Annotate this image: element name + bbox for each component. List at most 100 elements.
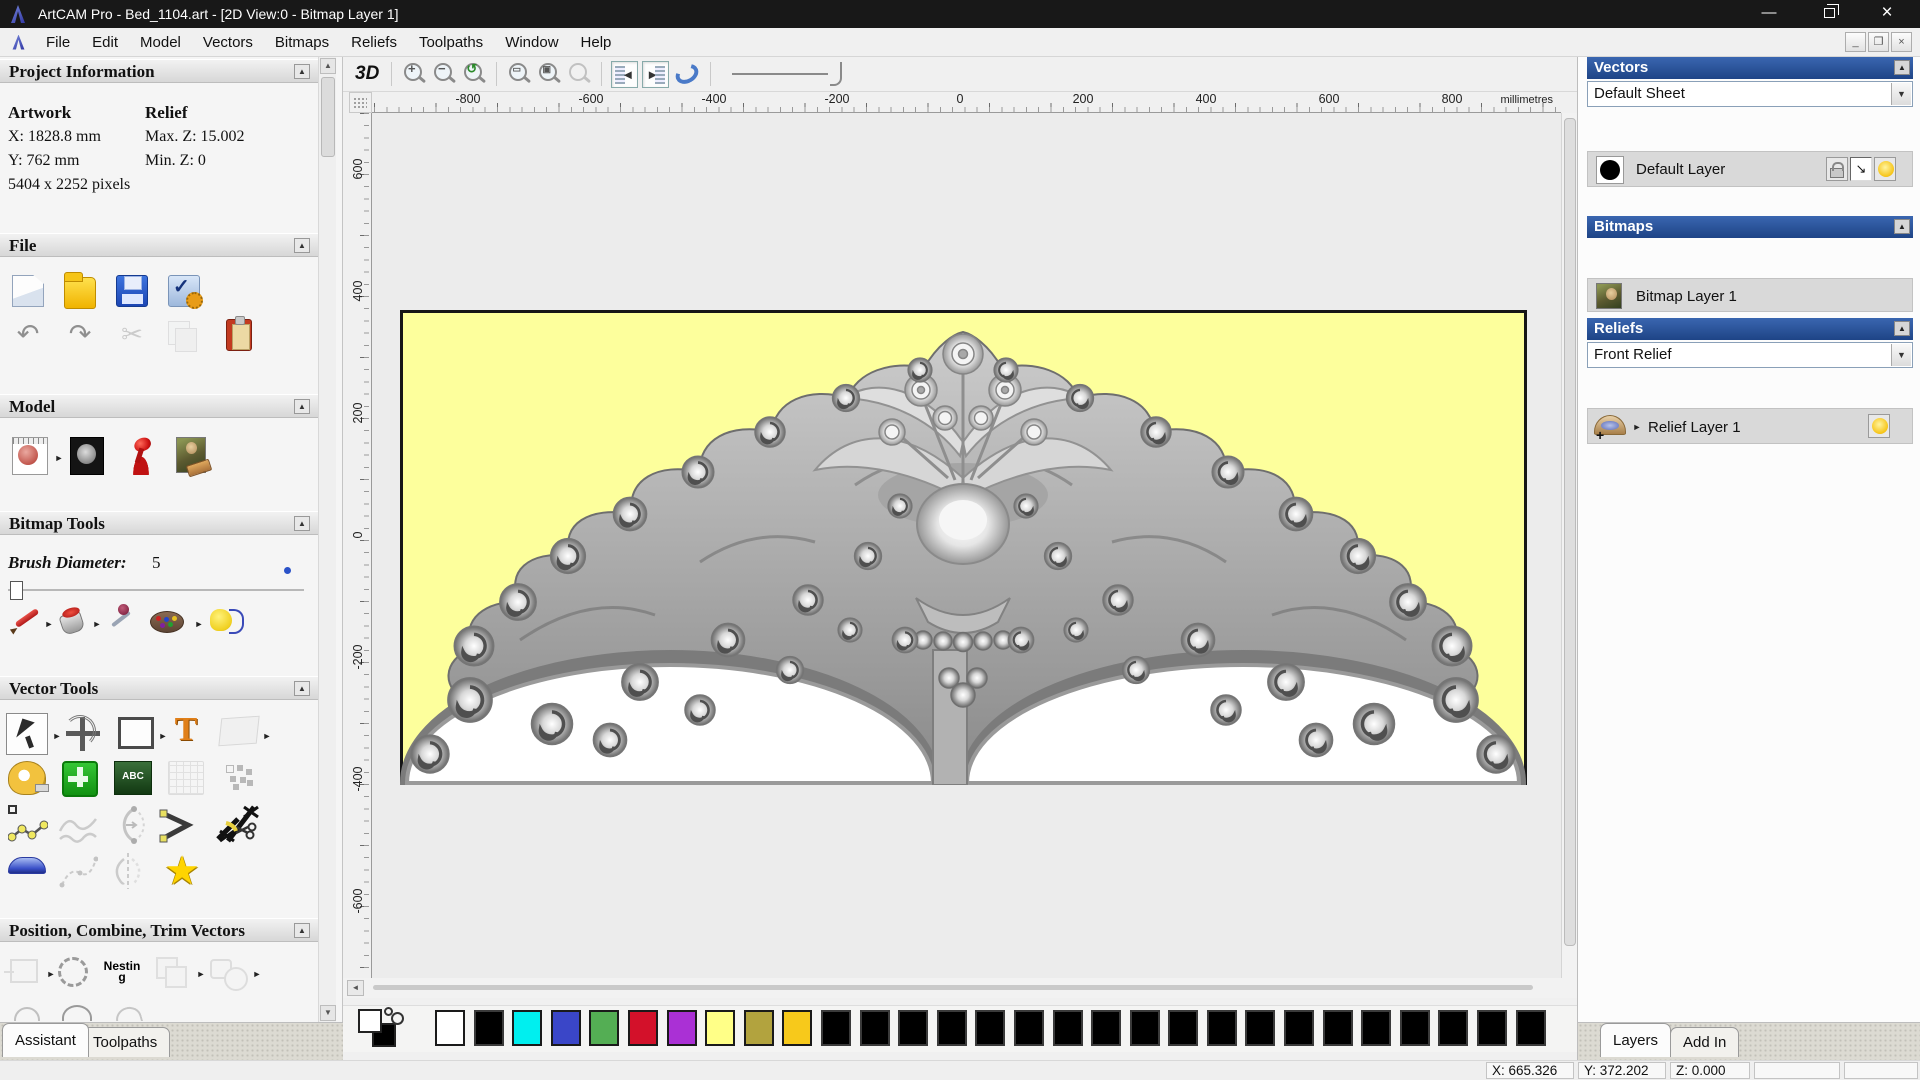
redo-icon[interactable]: ↷	[64, 319, 96, 351]
preferences-icon[interactable]	[168, 274, 203, 309]
pick-colour-icon[interactable]	[104, 604, 136, 637]
layer-visibility-button[interactable]	[1868, 414, 1890, 438]
distort-vectors-icon[interactable]	[168, 761, 204, 795]
relief-layer-row[interactable]: + ► Relief Layer 1	[1587, 408, 1913, 444]
collapse-icon[interactable]: ▲	[294, 399, 310, 414]
lighting-icon[interactable]	[124, 437, 158, 475]
paste-along-curve-icon[interactable]	[222, 761, 258, 795]
colour-palette-icon[interactable]	[150, 605, 186, 637]
zoom-box-icon[interactable]: ▭	[506, 61, 532, 87]
flyout-arrow-icon[interactable]: ►	[262, 731, 272, 741]
palette-swatch-25[interactable]	[1399, 1010, 1430, 1046]
colour-fill-vector-icon[interactable]	[208, 605, 244, 637]
copy-icon[interactable]	[168, 321, 197, 352]
toolbar-slider-line[interactable]	[732, 73, 829, 75]
paint-icon[interactable]	[10, 605, 42, 637]
dropdown-arrow-icon[interactable]: ▼	[1891, 83, 1911, 105]
menu-item-edit[interactable]: Edit	[81, 30, 129, 55]
transfer-bitmap-left-button[interactable]: ◄	[611, 60, 639, 88]
new-model-icon[interactable]	[12, 275, 44, 307]
link-colours-icon[interactable]	[384, 1007, 404, 1025]
palette-swatch-1[interactable]	[473, 1010, 504, 1046]
primary-secondary-colour[interactable]	[358, 1007, 406, 1051]
dropdown-arrow-icon[interactable]: ▼	[1891, 344, 1911, 366]
menu-item-window[interactable]: Window	[494, 30, 569, 55]
wrap-text-round-curve-icon[interactable]	[58, 957, 88, 987]
flyout-arrow-icon[interactable]: ►	[52, 731, 62, 741]
zoom-fit-icon[interactable]: ▣	[536, 61, 562, 87]
zoom-previous-icon[interactable]: ↺	[461, 61, 487, 87]
canvas-2d-view[interactable]	[372, 113, 1561, 978]
tab-layers[interactable]: Layers	[1600, 1023, 1672, 1057]
vector-sheet-select[interactable]: Default Sheet ▼	[1587, 81, 1913, 107]
create-arc-icon[interactable]	[108, 805, 148, 845]
zoom-object-icon[interactable]	[566, 61, 592, 87]
canvas-horizontal-scrollbar[interactable]: ◄	[343, 978, 1577, 998]
flyout-arrow-icon[interactable]: ►	[196, 969, 206, 979]
palette-swatch-6[interactable]	[666, 1010, 697, 1046]
transfer-bitmap-right-button[interactable]: ►	[642, 60, 670, 88]
create-star-icon[interactable]: ★	[160, 849, 204, 893]
scroll-left-icon[interactable]: ◄	[347, 980, 364, 996]
expand-arrow-icon[interactable]: ►	[1632, 422, 1642, 432]
layer-visibility-button[interactable]	[1874, 157, 1896, 181]
section-header-file[interactable]: File ▲	[0, 233, 318, 257]
menu-item-toolpaths[interactable]: Toolpaths	[408, 30, 494, 55]
paste-icon[interactable]	[226, 316, 252, 351]
free-sketch-icon[interactable]	[58, 805, 98, 845]
collapse-icon[interactable]: ▲	[294, 238, 310, 253]
bitmap-layer-row[interactable]: Bitmap Layer 1	[1587, 278, 1913, 312]
mdi-close-button[interactable]: ×	[1891, 32, 1912, 52]
snap-layer-button[interactable]: ↘	[1850, 157, 1872, 181]
restore-button[interactable]	[1810, 0, 1848, 28]
palette-swatch-8[interactable]	[743, 1010, 774, 1046]
trim-vectors-icon[interactable]	[214, 801, 262, 847]
nesting-icon[interactable]: Nesting	[102, 960, 142, 993]
flyout-arrow-icon[interactable]: ►	[252, 969, 262, 979]
vectors-section-header[interactable]: Vectors ▲	[1587, 57, 1913, 79]
menu-item-help[interactable]: Help	[570, 30, 623, 55]
minimize-button[interactable]: —	[1750, 0, 1788, 28]
mdi-restore-button[interactable]: ❐	[1868, 32, 1889, 52]
group-vectors-icon[interactable]	[156, 957, 187, 988]
mirror-vectors-icon[interactable]	[108, 851, 148, 891]
zoom-out-icon[interactable]: −	[431, 61, 457, 87]
palette-swatch-0[interactable]	[435, 1010, 465, 1046]
menu-item-file[interactable]: File	[35, 30, 81, 55]
section-header-vector-tools[interactable]: Vector Tools ▲	[0, 676, 318, 700]
assistant-scrollbar[interactable]: ▲ ▼	[318, 57, 336, 1022]
palette-swatch-21[interactable]	[1245, 1010, 1276, 1046]
menu-item-vectors[interactable]: Vectors	[192, 30, 264, 55]
palette-swatch-12[interactable]	[898, 1010, 929, 1046]
mdi-minimize-button[interactable]: _	[1845, 32, 1866, 52]
cut-icon[interactable]: ✂	[116, 319, 148, 351]
tab-toolpaths[interactable]: Toolpaths	[80, 1027, 171, 1057]
palette-swatch-27[interactable]	[1477, 1010, 1508, 1046]
palette-swatch-7[interactable]	[705, 1010, 736, 1046]
layer-colour-swatch[interactable]	[1596, 156, 1624, 184]
brush-slider-thumb[interactable]	[10, 581, 23, 600]
vector-library-icon[interactable]: ABC	[114, 761, 152, 795]
menu-item-bitmaps[interactable]: Bitmaps	[264, 30, 340, 55]
set-model-size-icon[interactable]	[12, 437, 48, 475]
palette-swatch-28[interactable]	[1515, 1010, 1546, 1046]
palette-swatch-14[interactable]	[975, 1010, 1006, 1046]
weld-vectors-icon[interactable]	[210, 959, 248, 991]
zoom-in-icon[interactable]: +	[401, 61, 427, 87]
section-header-bitmap-tools[interactable]: Bitmap Tools ▲	[0, 511, 318, 535]
canvas-vertical-scrollbar[interactable]	[1561, 113, 1577, 978]
preview-relief-icon[interactable]	[672, 60, 703, 88]
palette-swatch-3[interactable]	[550, 1010, 581, 1046]
collapse-icon[interactable]: ▲	[1894, 60, 1910, 75]
create-rectangle-icon[interactable]	[118, 717, 154, 749]
palette-swatch-9[interactable]	[782, 1010, 813, 1046]
adjust-model-icon[interactable]	[70, 437, 104, 475]
block-copy-icon[interactable]	[4, 959, 38, 983]
scrollbar-thumb[interactable]	[1564, 118, 1576, 946]
section-header-position-combine-trim[interactable]: Position, Combine, Trim Vectors ▲	[0, 918, 318, 942]
vector-layer-row[interactable]: Default Layer ↘	[1587, 151, 1913, 187]
palette-swatch-5[interactable]	[627, 1010, 658, 1046]
palette-swatch-15[interactable]	[1013, 1010, 1044, 1046]
brush-slider-track[interactable]	[8, 589, 304, 591]
save-file-icon[interactable]	[116, 275, 148, 307]
